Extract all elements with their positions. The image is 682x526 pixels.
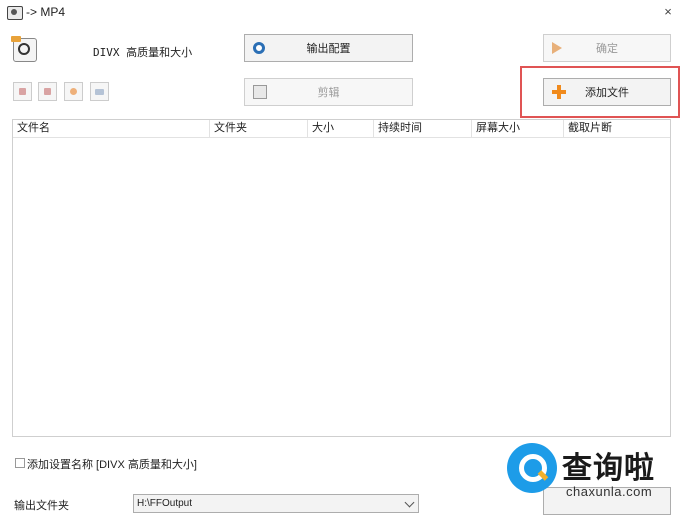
output-config-button[interactable]: 输出配置 — [244, 34, 413, 62]
file-list-table[interactable]: 文件名 文件夹 大小 持续时间 屏幕大小 截取片断 — [12, 119, 671, 437]
clear-list-icon[interactable] — [38, 82, 57, 101]
cut-button[interactable]: 剪辑 — [244, 78, 413, 106]
output-config-label: 输出配置 — [306, 43, 351, 55]
format-label: DIVX 高质量和大小 — [93, 46, 193, 59]
output-folder-select[interactable]: H:\FFOutput — [133, 494, 419, 513]
film-cut-icon — [253, 85, 267, 99]
chevron-down-icon — [404, 497, 415, 508]
add-setting-name-checkbox[interactable] — [15, 458, 25, 468]
title-bar — [0, 0, 682, 26]
ok-label: 确定 — [596, 43, 618, 55]
play-icon[interactable] — [64, 82, 83, 101]
cut-label: 剪辑 — [317, 87, 340, 99]
add-file-button[interactable]: 添加文件 — [543, 78, 671, 106]
watermark-text-cn: 查询啦 — [562, 451, 655, 486]
column-header-size[interactable]: 大小 — [308, 120, 374, 137]
column-header-duration[interactable]: 持续时间 — [374, 120, 472, 137]
window-title: -> MP4 — [26, 5, 66, 19]
close-button[interactable]: × — [660, 4, 676, 20]
app-icon — [7, 6, 23, 20]
output-folder-value: H:\FFOutput — [137, 498, 193, 509]
column-header-screen-size[interactable]: 屏幕大小 — [472, 120, 564, 137]
add-file-label: 添加文件 — [585, 87, 629, 99]
column-header-filename[interactable]: 文件名 — [13, 120, 210, 137]
column-header-folder[interactable]: 文件夹 — [210, 120, 308, 137]
watermark-text-en: chaxunla.com — [566, 484, 653, 499]
ok-button[interactable]: 确定 — [543, 34, 671, 62]
column-header-clip[interactable]: 截取片断 — [564, 120, 670, 137]
video-format-icon — [11, 36, 37, 62]
output-folder-label: 输出文件夹 — [14, 500, 69, 512]
plus-icon — [552, 85, 566, 99]
table-header: 文件名 文件夹 大小 持续时间 屏幕大小 截取片断 — [13, 120, 670, 138]
gear-icon — [253, 42, 265, 54]
add-setting-name-label: 添加设置名称 [DIVX 高质量和大小] — [27, 459, 197, 471]
arrow-right-icon — [552, 42, 562, 54]
search-logo-icon — [507, 443, 557, 493]
image-icon[interactable] — [90, 82, 109, 101]
remove-file-icon[interactable] — [13, 82, 32, 101]
